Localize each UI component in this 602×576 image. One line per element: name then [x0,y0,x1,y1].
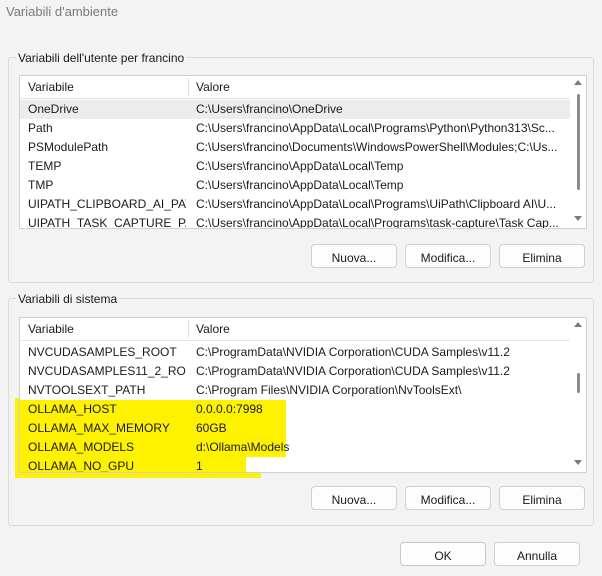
system-edit-button[interactable]: Modifica... [405,486,491,510]
user-vars-header: Variabile Valore [20,76,570,99]
user-vars-label: Variabili dell'utente per francino [16,51,187,65]
table-row[interactable]: PSModulePath C:\Users\francino\Documents… [20,138,570,157]
user-vars-scrollbar[interactable] [572,76,585,226]
table-row[interactable]: NVCUDASAMPLES11_2_ROOT C:\ProgramData\NV… [20,362,570,381]
scroll-up-icon[interactable] [574,322,582,327]
table-row[interactable]: NVCUDASAMPLES_ROOT C:\ProgramData\NVIDIA… [20,343,570,362]
window-title: Variabili d'ambiente [6,4,119,19]
column-header-valore[interactable]: Valore [196,322,230,336]
system-vars-list[interactable]: Variabile Valore NVCUDASAMPLES_ROOT C:\P… [19,317,587,473]
user-new-button[interactable]: Nuova... [311,244,397,268]
scroll-up-icon[interactable] [574,80,582,85]
scroll-down-icon[interactable] [574,216,582,221]
table-row[interactable]: OLLAMA_HOST 0.0.0.0:7998 [20,400,286,419]
table-row[interactable]: TMP C:\Users\francino\AppData\Local\Temp [20,176,570,195]
table-row[interactable]: TEMP C:\Users\francino\AppData\Local\Tem… [20,157,570,176]
column-header-variabile[interactable]: Variabile [28,80,74,94]
table-row[interactable]: UIPATH_CLIPBOARD_AI_PATH C:\Users\franci… [20,195,570,214]
table-row[interactable]: Path C:\Users\francino\AppData\Local\Pro… [20,119,570,138]
system-vars-scrollbar[interactable] [572,318,585,470]
table-row[interactable]: OLLAMA_MAX_MEMORY 60GB [20,419,286,438]
scroll-thumb[interactable] [577,94,580,190]
table-row[interactable]: OLLAMA_MODELS d:\Ollama\Models [20,438,289,457]
user-delete-button[interactable]: Elimina [499,244,585,268]
cancel-button[interactable]: Annulla [494,542,580,566]
scroll-thumb[interactable] [577,373,580,393]
ok-button[interactable]: OK [400,542,486,566]
table-row[interactable]: OLLAMA_NO_GPU 1 [20,457,246,472]
table-row[interactable]: OneDrive C:\Users\francino\OneDrive [20,100,570,119]
scroll-down-icon[interactable] [574,460,582,465]
user-edit-button[interactable]: Modifica... [405,244,491,268]
column-header-variabile[interactable]: Variabile [28,322,74,336]
system-delete-button[interactable]: Elimina [499,486,585,510]
system-new-button[interactable]: Nuova... [311,486,397,510]
table-row[interactable]: NVTOOLSEXT_PATH C:\Program Files\NVIDIA … [20,381,570,400]
table-row[interactable]: UIPATH_TASK_CAPTURE_PA... C:\Users\franc… [20,214,570,228]
system-vars-header: Variabile Valore [20,318,570,341]
system-vars-label: Variabili di sistema [16,292,120,306]
title-bar: Variabili d'ambiente [0,0,602,26]
column-header-valore[interactable]: Valore [196,80,230,94]
user-vars-list[interactable]: Variabile Valore OneDrive C:\Users\franc… [19,75,587,229]
